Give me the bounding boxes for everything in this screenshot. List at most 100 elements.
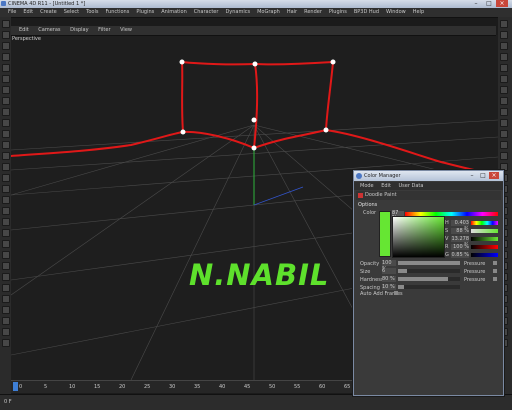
menu-item[interactable]: Hair <box>287 8 297 17</box>
param-value[interactable]: 80 % <box>382 276 396 282</box>
menu-item[interactable]: Window <box>386 8 406 17</box>
menu-item[interactable]: Help <box>413 8 424 17</box>
timeline-playhead[interactable] <box>13 382 18 391</box>
tool-button[interactable] <box>500 119 508 127</box>
menu-item[interactable]: Plugins <box>329 8 347 17</box>
tool-button[interactable] <box>2 328 10 336</box>
tool-button[interactable] <box>500 152 508 160</box>
hsv-slider[interactable] <box>471 253 498 257</box>
tool-button[interactable] <box>2 31 10 39</box>
hsv-value[interactable]: 0.85 % <box>451 252 469 258</box>
hsv-slider[interactable] <box>471 245 498 249</box>
tool-button[interactable] <box>2 108 10 116</box>
tool-button[interactable] <box>2 20 10 28</box>
tool-button[interactable] <box>500 97 508 105</box>
menu-item[interactable]: MoGraph <box>257 8 280 17</box>
cm-menu-mode[interactable]: Mode <box>360 182 374 190</box>
tool-button[interactable] <box>2 130 10 138</box>
hsv-value[interactable]: 13.278 % <box>451 236 469 248</box>
tool-button[interactable] <box>2 218 10 226</box>
menu-item[interactable]: Create <box>40 8 57 17</box>
tool-button[interactable] <box>500 130 508 138</box>
tool-button[interactable] <box>2 339 10 347</box>
menu-item[interactable]: Tools <box>86 8 98 17</box>
hsv-slider[interactable] <box>471 221 498 225</box>
maximize-button[interactable]: □ <box>483 0 495 7</box>
tool-button[interactable] <box>2 207 10 215</box>
tool-button[interactable] <box>2 251 10 259</box>
tool-button[interactable] <box>2 262 10 270</box>
hsv-value[interactable]: 0.403 % <box>451 220 469 232</box>
pressure-checkbox[interactable] <box>493 269 497 273</box>
tool-button[interactable] <box>2 64 10 72</box>
viewport-menu-cameras[interactable]: Cameras <box>38 26 60 35</box>
tool-button[interactable] <box>2 119 10 127</box>
tool-button[interactable] <box>500 53 508 61</box>
param-slider[interactable] <box>398 285 460 289</box>
cm-menu-edit[interactable]: Edit <box>381 182 391 190</box>
param-slider[interactable] <box>398 277 460 281</box>
tool-button[interactable] <box>500 86 508 94</box>
tool-button[interactable] <box>2 240 10 248</box>
menu-item[interactable]: BP3D Hud <box>354 8 379 17</box>
param-value[interactable]: 100 % <box>382 260 396 272</box>
tool-button[interactable] <box>2 86 10 94</box>
cm-menu-userdata[interactable]: User Data <box>399 182 424 190</box>
cm-minimize-button[interactable]: – <box>467 172 477 179</box>
param-value[interactable]: 6 <box>382 268 396 274</box>
tool-button[interactable] <box>500 42 508 50</box>
tool-button[interactable] <box>2 273 10 281</box>
viewport-menu-display[interactable]: Display <box>70 26 88 35</box>
frame-field[interactable]: 0 F <box>4 399 12 405</box>
cm-close-button[interactable]: × <box>489 172 499 179</box>
minimize-button[interactable]: – <box>470 0 482 7</box>
tool-button[interactable] <box>500 108 508 116</box>
menu-item[interactable]: File <box>8 8 16 17</box>
tool-button[interactable] <box>2 229 10 237</box>
viewport-menu-filter[interactable]: Filter <box>98 26 110 35</box>
hsv-value[interactable]: 100 % <box>451 244 469 250</box>
menu-item[interactable]: Render <box>304 8 322 17</box>
hsv-slider[interactable] <box>471 229 498 233</box>
pressure-checkbox[interactable] <box>493 277 497 281</box>
tool-button[interactable] <box>2 306 10 314</box>
menu-item[interactable]: Animation <box>161 8 187 17</box>
tool-button[interactable] <box>2 42 10 50</box>
tool-button[interactable] <box>2 317 10 325</box>
tool-button[interactable] <box>2 53 10 61</box>
viewport-menu-view[interactable]: View <box>120 26 132 35</box>
color-picker-field[interactable] <box>392 216 445 258</box>
menu-item[interactable]: Plugins <box>136 8 154 17</box>
tool-button[interactable] <box>500 141 508 149</box>
tool-button[interactable] <box>2 284 10 292</box>
tool-button[interactable] <box>2 174 10 182</box>
param-slider[interactable] <box>398 269 460 273</box>
tool-button[interactable] <box>2 75 10 83</box>
viewport-menu-edit[interactable]: Edit <box>19 26 29 35</box>
tool-button[interactable] <box>2 185 10 193</box>
menu-item[interactable]: Character <box>194 8 219 17</box>
color-manager-window[interactable]: Color Manager – □ × Mode Edit User Data … <box>353 170 504 396</box>
tool-button[interactable] <box>500 64 508 72</box>
tool-button[interactable] <box>2 295 10 303</box>
menu-item[interactable]: Functions <box>105 8 129 17</box>
hsv-value[interactable]: 88 % <box>451 228 469 234</box>
pressure-checkbox[interactable] <box>493 261 497 265</box>
tool-button[interactable] <box>2 141 10 149</box>
cm-maximize-button[interactable]: □ <box>478 172 488 179</box>
menu-item[interactable]: Edit <box>23 8 33 17</box>
param-value[interactable]: 10 % <box>382 284 396 290</box>
auto-add-checkbox[interactable] <box>394 291 398 295</box>
menu-item[interactable]: Select <box>64 8 79 17</box>
close-button[interactable]: × <box>496 0 508 7</box>
tool-button[interactable] <box>500 75 508 83</box>
tool-button[interactable] <box>2 152 10 160</box>
hsv-slider[interactable] <box>471 237 498 241</box>
tool-button[interactable] <box>500 20 508 28</box>
tool-button[interactable] <box>2 196 10 204</box>
tool-button[interactable] <box>2 97 10 105</box>
color-swatch[interactable] <box>379 211 391 257</box>
color-manager-titlebar[interactable]: Color Manager – □ × <box>354 171 503 181</box>
tool-button[interactable] <box>2 163 10 171</box>
param-slider[interactable] <box>398 261 460 265</box>
